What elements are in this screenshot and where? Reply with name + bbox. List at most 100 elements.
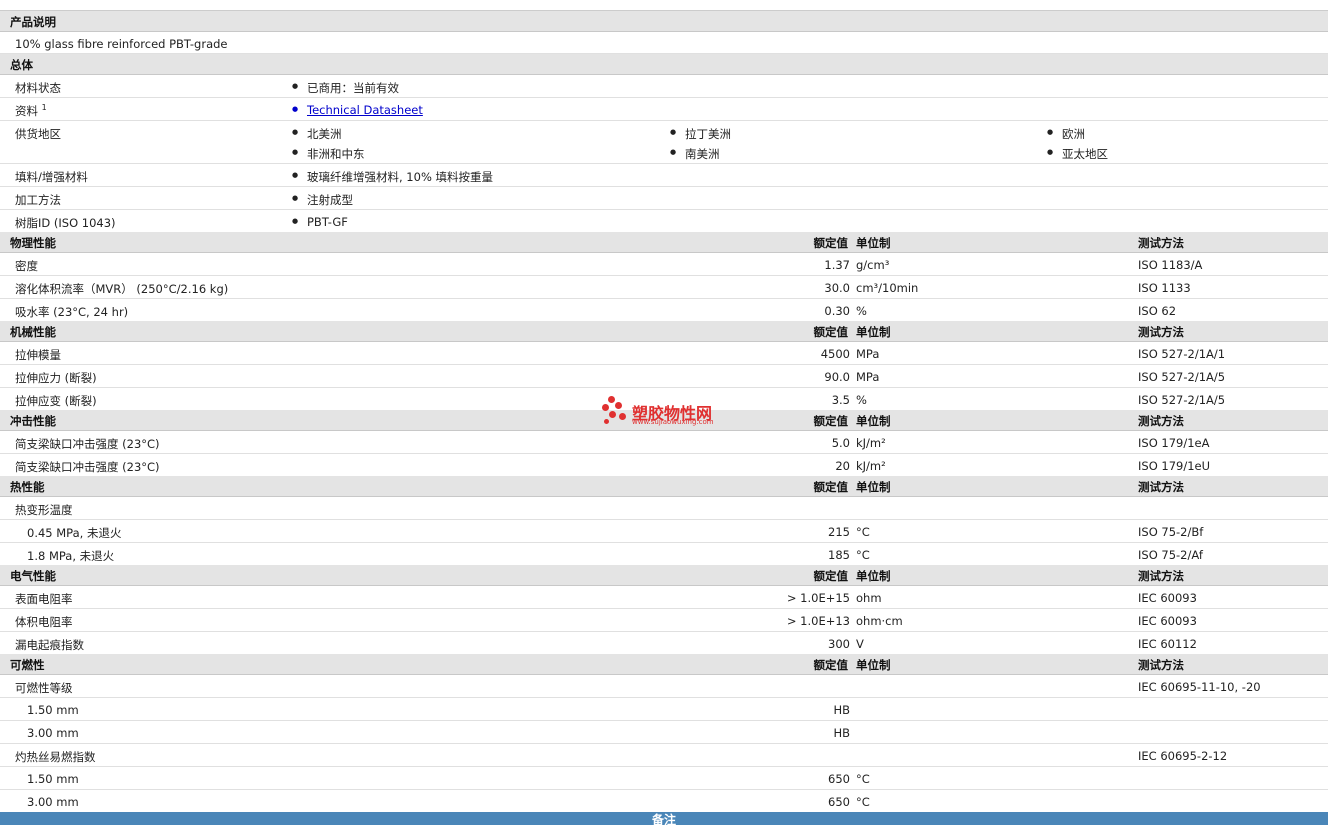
label: 体积电阻率 [15, 615, 73, 629]
col-rated: 额定值 [813, 325, 849, 339]
watermark-logo: 塑胶物性网 www.sujiaowuxing.com [602, 396, 742, 432]
property-row: 密度 1.37 g/cm³ ISO 1183/A [0, 253, 1328, 276]
value: 玻璃纤维增强材料, 10% 填料按重量 [292, 169, 493, 185]
test-method: ISO 62 [1138, 304, 1177, 318]
col-rated: 额定值 [813, 658, 849, 672]
technical-datasheet-link[interactable]: Technical Datasheet [292, 103, 423, 117]
col-rated: 额定值 [813, 480, 849, 494]
value: HB [833, 703, 850, 717]
label: 简支梁缺口冲击强度 (23°C) [15, 460, 160, 474]
value: 4500 [820, 347, 850, 361]
top-border [0, 0, 1328, 11]
value: HB [833, 726, 850, 740]
value: 90.0 [824, 370, 850, 384]
test-method: ISO 1183/A [1138, 258, 1203, 272]
label: 1.50 mm [27, 703, 79, 717]
test-method: ISO 75-2/Bf [1138, 525, 1204, 539]
property-row: 1.50 mm HB [0, 698, 1328, 721]
label: 加工方法 [15, 193, 61, 207]
unit: ohm [856, 591, 882, 605]
property-row: 简支梁缺口冲击强度 (23°C) 20 kJ/m² ISO 179/1eU [0, 454, 1328, 477]
property-row: 表面电阻率 > 1.0E+15 ohm IEC 60093 [0, 586, 1328, 609]
value: > 1.0E+13 [786, 614, 850, 628]
section-header-physical: 物理性能 额定值 单位制 测试方法 [0, 232, 1328, 253]
section-title: 电气性能 [10, 569, 56, 583]
value: 650 [828, 795, 850, 809]
row-resin-id: 树脂ID (ISO 1043) PBT-GF [0, 210, 1328, 233]
label: 拉伸模量 [15, 348, 61, 362]
unit: kJ/m² [856, 459, 886, 473]
property-row: 拉伸模量 4500 MPa ISO 527-2/1A/1 [0, 342, 1328, 365]
datasheet-page: 产品说明 10% glass fibre reinforced PBT-grad… [0, 0, 1328, 827]
product-description: 10% glass fibre reinforced PBT-grade [15, 37, 228, 51]
label: 0.45 MPa, 未退火 [27, 526, 122, 540]
col-test: 测试方法 [1138, 569, 1184, 583]
test-method: ISO 179/1eA [1138, 436, 1210, 450]
property-row: 体积电阻率 > 1.0E+13 ohm·cm IEC 60093 [0, 609, 1328, 632]
region-item: 北美洲 [292, 126, 341, 142]
test-method: IEC 60093 [1138, 614, 1197, 628]
label: 吸水率 (23°C, 24 hr) [15, 305, 129, 319]
label: 表面电阻率 [15, 592, 73, 606]
group-row: 灼热丝易燃指数 IEC 60695-2-12 [0, 744, 1328, 767]
unit: °C [856, 525, 870, 539]
product-description-row: 10% glass fibre reinforced PBT-grade [0, 32, 1328, 54]
region-item: 欧洲 [1047, 126, 1085, 142]
value: 185 [828, 548, 850, 562]
col-test: 测试方法 [1138, 325, 1184, 339]
col-test: 测试方法 [1138, 414, 1184, 428]
property-row: 拉伸应力 (断裂) 90.0 MPa ISO 527-2/1A/5 [0, 365, 1328, 388]
col-unit: 单位制 [856, 236, 891, 250]
label: 资料 1 [15, 103, 47, 118]
group-row: 热变形温度 [0, 497, 1328, 520]
unit: % [856, 393, 867, 407]
group-label: 热变形温度 [15, 503, 73, 517]
watermark-url: www.sujiaowuxing.com [632, 418, 714, 426]
property-row: 1.50 mm 650 °C [0, 767, 1328, 790]
value: 30.0 [824, 281, 850, 295]
section-header-flammability: 可燃性 额定值 单位制 测试方法 [0, 654, 1328, 675]
col-unit: 单位制 [856, 658, 891, 672]
value: PBT-GF [292, 215, 348, 229]
label: 供货地区 [15, 127, 61, 141]
region-item: 拉丁美洲 [670, 126, 731, 142]
value: 650 [828, 772, 850, 786]
region-item: 非洲和中东 [292, 146, 364, 162]
section-title: 冲击性能 [10, 414, 56, 428]
value: 5.0 [831, 436, 850, 450]
region-item: 南美洲 [670, 146, 719, 162]
col-test: 测试方法 [1138, 480, 1184, 494]
row-filler: 填料/增强材料 玻璃纤维增强材料, 10% 填料按重量 [0, 164, 1328, 187]
label: 拉伸应力 (断裂) [15, 371, 97, 385]
row-process: 加工方法 注射成型 [0, 187, 1328, 210]
test-method: IEC 60695-2-12 [1138, 749, 1228, 763]
unit: ohm·cm [856, 614, 903, 628]
value: 215 [828, 525, 850, 539]
col-unit: 单位制 [856, 569, 891, 583]
group-label: 可燃性等级 [15, 681, 73, 695]
notes-header-bar: 备注 [0, 812, 1328, 827]
test-method: ISO 527-2/1A/5 [1138, 370, 1226, 384]
test-method: IEC 60695-11-10, -20 [1138, 680, 1261, 694]
label: 3.00 mm [27, 726, 79, 740]
section-header-general: 总体 [0, 54, 1328, 75]
group-row: 可燃性等级 IEC 60695-11-10, -20 [0, 675, 1328, 698]
property-row: 漏电起痕指数 300 V IEC 60112 [0, 632, 1328, 655]
label: 树脂ID (ISO 1043) [15, 216, 116, 230]
value: 20 [835, 459, 850, 473]
value: 3.5 [831, 393, 850, 407]
unit: V [856, 637, 864, 651]
unit: MPa [856, 370, 880, 384]
label: 填料/增强材料 [15, 170, 88, 184]
col-unit: 单位制 [856, 480, 891, 494]
unit: °C [856, 548, 870, 562]
section-header-mechanical: 机械性能 额定值 单位制 测试方法 [0, 321, 1328, 342]
property-row: 简支梁缺口冲击强度 (23°C) 5.0 kJ/m² ISO 179/1eA [0, 431, 1328, 454]
label: 简支梁缺口冲击强度 (23°C) [15, 437, 160, 451]
col-rated: 额定值 [813, 569, 849, 583]
test-method: ISO 75-2/Af [1138, 548, 1203, 562]
value: > 1.0E+15 [786, 591, 850, 605]
property-row: 3.00 mm 650 °C [0, 790, 1328, 812]
section-title: 总体 [10, 58, 33, 72]
property-row: 3.00 mm HB [0, 721, 1328, 744]
